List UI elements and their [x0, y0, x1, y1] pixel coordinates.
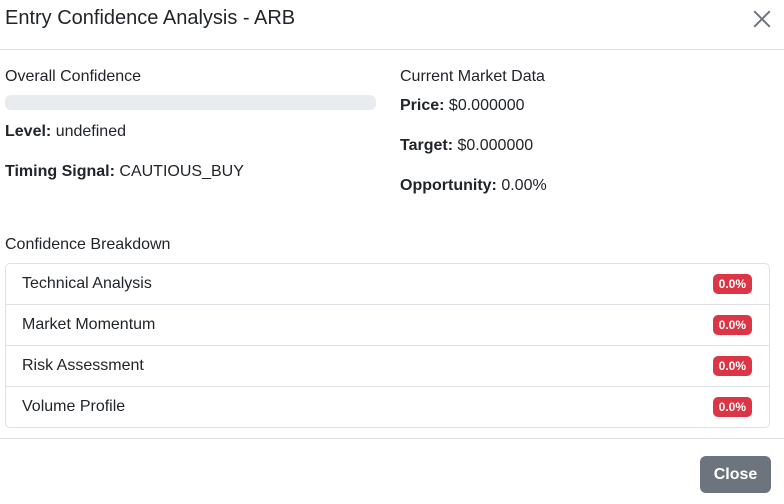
list-item: Risk Assessment 0.0% [6, 345, 769, 386]
close-icon[interactable] [752, 9, 772, 29]
list-item: Volume Profile 0.0% [6, 386, 769, 427]
breakdown-item-label: Market Momentum [22, 316, 156, 333]
timing-signal-row: Timing Signal: CAUTIOUS_BUY [5, 162, 376, 182]
price-value: $0.000000 [448, 97, 525, 114]
list-item: Technical Analysis 0.0% [6, 264, 769, 304]
timing-signal-value: CAUTIOUS_BUY [119, 163, 244, 180]
target-label: Target: [400, 137, 454, 154]
status-badge: 0.0% [712, 274, 752, 294]
modal-body: Overall Confidence Level: undefined Timi… [0, 67, 784, 428]
breakdown-list: Technical Analysis 0.0% Market Momentum … [5, 263, 770, 428]
price-row: Price: $0.000000 [400, 96, 547, 116]
level-value: undefined [55, 123, 126, 140]
modal-footer: Close [0, 438, 784, 504]
breakdown-title: Confidence Breakdown [5, 236, 171, 253]
confidence-section: Overall Confidence Level: undefined Timi… [5, 67, 376, 196]
status-badge: 0.0% [712, 315, 752, 335]
confidence-modal: Entry Confidence Analysis - ARB Overall … [0, 0, 784, 504]
level-row: Level: undefined [5, 122, 376, 142]
breakdown-item-label: Risk Assessment [22, 357, 144, 374]
price-label: Price: [400, 97, 445, 114]
level-label: Level: [5, 123, 52, 140]
status-badge: 0.0% [712, 356, 752, 376]
status-badge: 0.0% [712, 397, 752, 417]
close-button[interactable]: Close [700, 456, 771, 493]
breakdown-item-label: Volume Profile [22, 398, 126, 415]
timing-signal-label: Timing Signal: [5, 163, 115, 180]
market-data-label: Current Market Data [400, 68, 545, 85]
target-value: $0.000000 [457, 137, 534, 154]
modal-title: Entry Confidence Analysis - ARB [5, 7, 296, 29]
opportunity-value: 0.00% [501, 177, 547, 194]
market-data-section: Current Market Data Price: $0.000000 Tar… [400, 67, 547, 196]
opportunity-label: Opportunity: [400, 177, 497, 194]
modal-header: Entry Confidence Analysis - ARB [0, 0, 784, 50]
list-item: Market Momentum 0.0% [6, 304, 769, 345]
confidence-progress-bar [5, 95, 376, 110]
breakdown-item-label: Technical Analysis [22, 275, 152, 292]
target-row: Target: $0.000000 [400, 136, 547, 156]
overall-confidence-label: Overall Confidence [5, 68, 142, 85]
opportunity-row: Opportunity: 0.00% [400, 176, 547, 196]
